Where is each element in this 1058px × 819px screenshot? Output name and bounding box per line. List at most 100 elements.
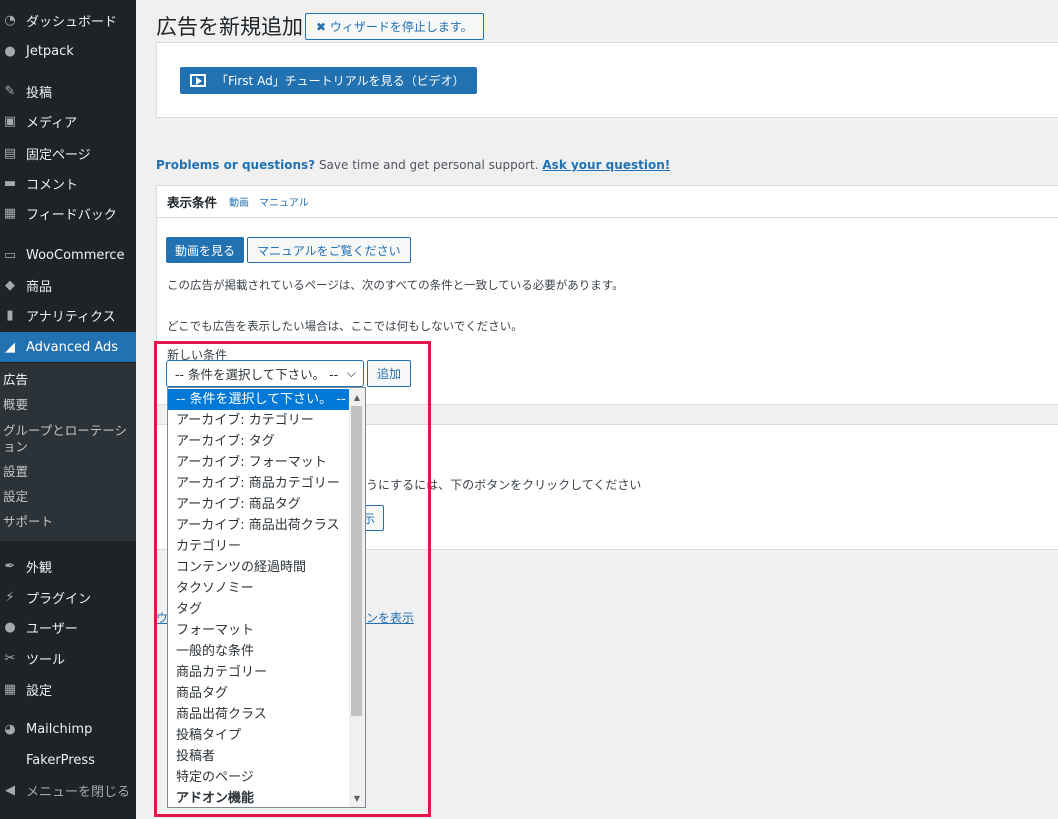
view-manual-button[interactable]: マニュアルをご覧ください	[247, 237, 411, 263]
dropdown-option[interactable]: 特定のページ	[168, 767, 349, 788]
sidebar-item-label: 商品	[26, 279, 53, 295]
sidebar-item-advanced-ads[interactable]: ◢ Advanced Ads	[0, 332, 136, 362]
jetpack-icon: ●	[4, 43, 16, 59]
submenu-item[interactable]: 設置	[3, 464, 131, 480]
sidebar-item-product[interactable]: ◆ 商品	[0, 270, 136, 300]
mailchimp-icon: ◕	[4, 721, 16, 737]
dropdown-option[interactable]: カテゴリー	[168, 536, 349, 557]
sidebar-item-label: メディア	[26, 115, 78, 131]
dropdown-option[interactable]: アーカイブ: タグ	[168, 431, 349, 452]
dropdown-option[interactable]: アドオン機能	[168, 788, 349, 807]
tutorial-video-button[interactable]: 「First Ad」チュートリアルを見る（ビデオ）	[180, 67, 477, 94]
dropdown-option[interactable]: 商品カテゴリー	[168, 662, 349, 683]
sidebar-item-label: 投稿	[26, 85, 53, 101]
sidebar-item-label: プラグイン	[26, 591, 92, 607]
support-prefix: Problems or questions?	[156, 158, 316, 172]
condition-select[interactable]: -- 条件を選択して下さい。 -- ⌵	[166, 360, 364, 387]
sidebar-item-dashboard[interactable]: ◔ ダッシュボード	[0, 5, 136, 35]
conditions-description-1: この広告が掲載されているページは、次のすべての条件と一致している必要があります。	[167, 278, 624, 292]
sidebar-item-label: ユーザー	[26, 621, 78, 637]
submenu-item[interactable]: 広告	[3, 372, 131, 388]
dropdown-option[interactable]: アーカイブ: 商品タグ	[168, 494, 349, 515]
condition-dropdown-list[interactable]: アドオン機能 特定のページ 投稿者 投稿タイプ 商品出荷クラス 商品タグ 商品カテゴリー 一般…	[167, 387, 366, 808]
submenu-item[interactable]: グループとローテーション	[3, 423, 131, 455]
sidebar-item-label: Jetpack	[26, 43, 74, 59]
tutorial-video-label: 「First Ad」チュートリアルを見る（ビデオ）	[216, 74, 465, 88]
sidebar-item-label: コメント	[26, 177, 79, 193]
sidebar-item-label: FakerPress	[26, 752, 95, 768]
advanced-ads-icon: ◢	[5, 339, 15, 355]
condition-select-value: -- 条件を選択して下さい。 --	[175, 367, 339, 382]
dropdown-option[interactable]: 一般的な条件	[168, 641, 349, 662]
analytics-icon: ▮	[6, 307, 14, 323]
dropdown-option[interactable]: 投稿者	[168, 746, 349, 767]
dropdown-option[interactable]: フォーマット	[168, 620, 349, 641]
sidebar-item-pin[interactable]: ✎ 投稿	[0, 76, 136, 106]
sidebar-item-collapse[interactable]: ◀ メニューを閉じる	[0, 775, 136, 805]
sidebar-item-label: 外観	[26, 560, 53, 576]
dropdown-option[interactable]: アーカイブ: フォーマット	[168, 452, 349, 473]
sidebar-item-feedback[interactable]: ▦ フィードバック	[0, 198, 136, 228]
dropdown-option[interactable]: -- 条件を選択して下さい。 --	[168, 389, 349, 410]
sidebar-item-appearance[interactable]: ✒ 外観	[0, 551, 136, 581]
sidebar-item-fakerpress[interactable]: FakerPress	[0, 745, 136, 775]
conditions-title: 表示条件	[167, 195, 218, 210]
sidebar-item-settings[interactable]: ▦ 設定	[0, 674, 136, 704]
dropdown-option[interactable]: コンテンツの経過時間	[168, 557, 349, 578]
dropdown-scrollbar[interactable]: ▲ ▼	[349, 388, 365, 807]
sidebar-item-comment[interactable]: ▬ コメント	[0, 168, 136, 198]
dropdown-option[interactable]: アーカイブ: 商品出荷クラス	[168, 515, 349, 536]
sidebar-item-user[interactable]: ● ユーザー	[0, 612, 136, 642]
fakerpress-icon	[2, 752, 18, 768]
sidebar-item-label: フィードバック	[26, 207, 117, 223]
sidebar-item-plugin[interactable]: ⚡ プラグイン	[0, 582, 136, 612]
sidebar-item-label: アナリティクス	[26, 309, 116, 325]
sidebar-item-label: Advanced Ads	[26, 339, 119, 355]
submenu-item[interactable]: 概要	[3, 397, 131, 413]
plugin-icon: ⚡	[5, 589, 15, 605]
conditions-video-link[interactable]: 動画	[229, 194, 249, 209]
woocommerce-icon: ▭	[3, 247, 17, 263]
watch-video-button[interactable]: 動画を見る	[166, 237, 245, 263]
video-play-icon	[190, 74, 206, 87]
support-line: Problems or questions? Save time and get…	[156, 158, 670, 172]
ask-question-link[interactable]: Ask your question!	[542, 158, 670, 172]
dropdown-option[interactable]: 商品タグ	[168, 683, 349, 704]
dashboard-icon: ◔	[4, 12, 16, 28]
tools-icon: ✂	[4, 650, 16, 666]
sidebar-item-tools[interactable]: ✂ ツール	[0, 643, 136, 673]
support-middle: Save time and get personal support.	[315, 158, 543, 172]
advanced-ads-submenu: 広告概要グループとローテーション設置設定サポート	[0, 363, 136, 541]
dropdown-option[interactable]: アーカイブ: カテゴリー	[168, 410, 349, 431]
submenu-item[interactable]: サポート	[3, 514, 131, 530]
scroll-up-arrow-icon[interactable]: ▲	[349, 390, 365, 404]
scroll-thumb[interactable]	[351, 406, 362, 716]
comment-icon: ▬	[3, 175, 17, 191]
page-icon: ▤	[3, 145, 17, 161]
dropdown-option[interactable]: 投稿タイプ	[168, 725, 349, 746]
add-condition-button[interactable]: 追加	[367, 360, 412, 387]
dropdown-option[interactable]: アーカイブ: 商品カテゴリー	[168, 473, 349, 494]
chevron-down-icon: ⌵	[346, 366, 356, 380]
submenu-item[interactable]: 設定	[3, 489, 131, 505]
user-icon: ●	[4, 619, 16, 635]
conditions-description-2: どこでも広告を表示したい場合は、ここでは何もしないでください。	[167, 319, 523, 333]
sidebar-item-analytics[interactable]: ▮ アナリティクス	[0, 300, 136, 330]
dropdown-option[interactable]: 商品出荷クラス	[168, 704, 349, 725]
sidebar-item-label: Mailchimp	[26, 721, 93, 737]
dropdown-option[interactable]: タグ	[168, 599, 349, 620]
sidebar-item-mailchimp[interactable]: ◕ Mailchimp	[0, 714, 136, 744]
sidebar-item-jetpack[interactable]: ● Jetpack	[0, 36, 136, 66]
appearance-icon: ✒	[4, 558, 16, 574]
conditions-header: 表示条件 動画 マニュアル	[157, 186, 1058, 218]
scroll-down-arrow-icon[interactable]: ▼	[349, 791, 365, 805]
sidebar-item-label: ダッシュボード	[26, 14, 118, 30]
stop-wizard-button[interactable]: ✖ ウィザードを停止します。	[305, 13, 484, 40]
product-icon: ◆	[5, 277, 15, 293]
conditions-manual-link[interactable]: マニュアル	[259, 194, 309, 209]
sidebar-item-page[interactable]: ▤ 固定ページ	[0, 138, 136, 168]
dropdown-option[interactable]: タクソノミー	[168, 578, 349, 599]
sidebar-item-woocommerce[interactable]: ▭ WooCommerce	[0, 240, 136, 270]
sidebar-item-media[interactable]: ▣ メディア	[0, 106, 136, 136]
sidebar-item-label: ツール	[26, 652, 66, 668]
